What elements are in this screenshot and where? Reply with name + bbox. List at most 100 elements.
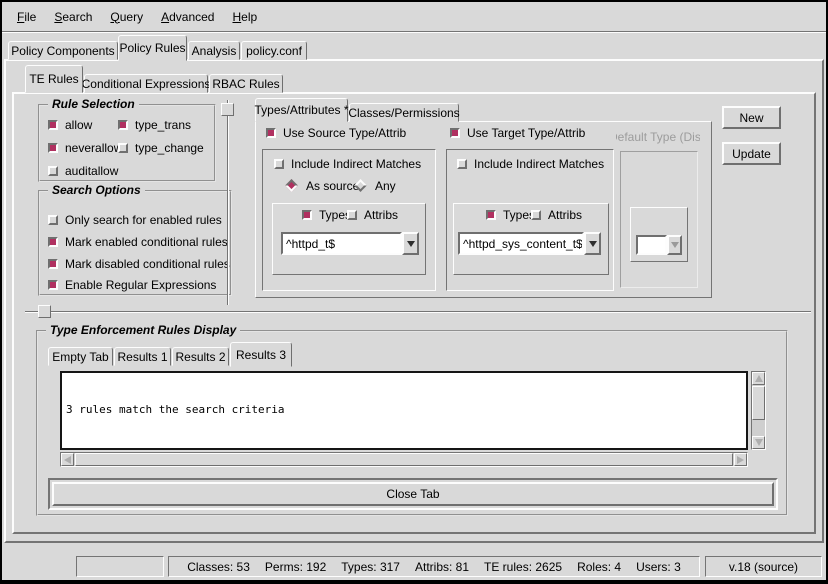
tab-types-attributes[interactable]: Types/Attributes * xyxy=(255,98,348,122)
close-tab-label: Close Tab xyxy=(386,487,439,501)
checkbox-regex[interactable]: Enable Regular Expressions xyxy=(48,278,216,291)
checkbox-indicator xyxy=(48,166,58,176)
results-hscrollbar xyxy=(60,452,748,467)
stat-classes: Classes: 53 xyxy=(187,560,250,574)
checkbox-indicator xyxy=(48,143,58,153)
close-tab-button[interactable]: Close Tab xyxy=(52,482,774,506)
checkbox-indicator xyxy=(48,259,58,269)
new-button[interactable]: New xyxy=(722,106,781,129)
status-panel-stats: Classes: 53 Perms: 192 Types: 317 Attrib… xyxy=(168,556,700,577)
tab-analysis[interactable]: Analysis xyxy=(188,41,240,60)
checkbox-indicator xyxy=(450,128,460,138)
default-type-dropdown-button xyxy=(667,235,682,255)
tab-classes-permissions[interactable]: Classes/Permissions xyxy=(349,103,459,122)
checkbox-use-target[interactable]: Use Target Type/Attrib xyxy=(450,126,585,139)
source-type-dropdown-button[interactable] xyxy=(402,232,419,255)
checkbox-use-source[interactable]: Use Source Type/Attrib xyxy=(266,126,406,139)
hscrollbar-thumb[interactable] xyxy=(75,453,733,466)
checkbox-source-indirect[interactable]: Include Indirect Matches xyxy=(274,157,421,170)
stat-te-rules: TE rules: 2625 xyxy=(484,560,562,574)
horizontal-sash-handle[interactable] xyxy=(38,305,51,318)
blank-line xyxy=(66,445,742,450)
default-type-entry xyxy=(636,235,667,255)
results-text[interactable]: 3 rules match the search criteria (5822)… xyxy=(60,371,748,450)
horizontal-sash xyxy=(25,311,811,312)
update-button[interactable]: Update xyxy=(722,142,781,165)
radio-label: Any xyxy=(375,179,396,193)
checkbox-neverallow[interactable]: neverallow xyxy=(48,141,122,154)
checkbox-indicator xyxy=(48,237,58,247)
checkbox-type-trans[interactable]: type_trans xyxy=(118,118,191,131)
menu-query[interactable]: Query xyxy=(107,9,146,25)
checkbox-indicator xyxy=(302,210,312,220)
source-type-entry[interactable]: ^httpd_t$ xyxy=(281,232,402,255)
menu-help[interactable]: Help xyxy=(229,9,260,25)
rule-selection-title: Rule Selection xyxy=(48,97,139,111)
scroll-up-button[interactable] xyxy=(752,372,765,385)
checkbox-label: Include Indirect Matches xyxy=(474,157,604,171)
radio-any[interactable]: Any xyxy=(353,179,396,192)
checkbox-label: Attribs xyxy=(364,208,398,222)
arrow-left-icon xyxy=(64,456,71,464)
menu-bar: File Search Query Advanced Help xyxy=(2,2,826,32)
checkbox-source-attribs[interactable]: Attribs xyxy=(347,208,398,221)
checkbox-mark-disabled[interactable]: Mark disabled conditional rules xyxy=(48,257,230,270)
stat-attribs: Attribs: 81 xyxy=(415,560,469,574)
menu-file[interactable]: File xyxy=(14,9,39,25)
tab-results-2[interactable]: Results 2 xyxy=(172,347,229,366)
tab-te-rules[interactable]: TE Rules xyxy=(25,65,83,93)
vscrollbar-thumb[interactable] xyxy=(752,386,765,420)
radio-indicator xyxy=(285,179,298,192)
arrow-down-icon xyxy=(755,439,763,446)
status-panel-version: v.18 (source) xyxy=(705,556,822,577)
tab-policy-components[interactable]: Policy Components xyxy=(8,41,118,60)
tab-results-3[interactable]: Results 3 xyxy=(230,342,292,367)
checkbox-label: Enable Regular Expressions xyxy=(65,278,216,292)
arrow-right-icon xyxy=(737,456,744,464)
menu-search[interactable]: Search xyxy=(51,9,95,25)
scroll-left-button[interactable] xyxy=(61,453,74,466)
checkbox-type-change[interactable]: type_change xyxy=(118,141,204,154)
menu-advanced[interactable]: Advanced xyxy=(158,9,217,25)
checkbox-auditallow[interactable]: auditallow xyxy=(48,164,118,177)
tab-policy-rules[interactable]: Policy Rules xyxy=(118,35,187,61)
tab-rbac-rules[interactable]: RBAC Rules xyxy=(209,74,283,93)
checkbox-label: Attribs xyxy=(548,208,582,222)
checkbox-source-types[interactable]: Types xyxy=(302,208,351,221)
checkbox-label: Use Source Type/Attrib xyxy=(283,126,406,140)
tab-empty[interactable]: Empty Tab xyxy=(48,347,113,366)
tab-results-1[interactable]: Results 1 xyxy=(114,347,171,366)
status-panel-left xyxy=(76,556,164,577)
target-type-dropdown-button[interactable] xyxy=(584,232,601,255)
stat-users: Users: 3 xyxy=(636,560,681,574)
scroll-right-button[interactable] xyxy=(734,453,747,466)
checkbox-allow[interactable]: allow xyxy=(48,118,92,131)
checkbox-indicator xyxy=(118,120,128,130)
source-type-value: ^httpd_t$ xyxy=(286,237,335,251)
checkbox-mark-enabled[interactable]: Mark enabled conditional rules xyxy=(48,235,228,248)
policy-stats: Classes: 53 Perms: 192 Types: 317 Attrib… xyxy=(187,560,681,574)
rule-selection-group: Rule Selection allow type_trans neverall… xyxy=(38,104,216,182)
new-button-label: New xyxy=(739,111,763,125)
radio-as-source[interactable]: As source xyxy=(284,179,359,192)
tab-conditional-expressions[interactable]: Conditional Expressions xyxy=(84,74,208,93)
checkbox-indicator xyxy=(486,210,496,220)
checkbox-indicator xyxy=(48,120,58,130)
target-type-entry[interactable]: ^httpd_sys_content_t$ xyxy=(458,232,584,255)
checkbox-only-enabled[interactable]: Only search for enabled rules xyxy=(48,213,222,226)
stat-roles: Roles: 4 xyxy=(577,560,621,574)
results-summary: 3 rules match the search criteria xyxy=(66,403,742,417)
checkbox-target-types[interactable]: Types xyxy=(486,208,535,221)
stat-perms: Perms: 192 xyxy=(265,560,326,574)
dropdown-arrow-icon xyxy=(671,242,679,248)
vertical-sash-handle[interactable] xyxy=(221,103,234,116)
target-type-combobox: ^httpd_sys_content_t$ xyxy=(458,232,601,255)
dropdown-arrow-icon xyxy=(407,241,415,247)
checkbox-label: type_trans xyxy=(135,118,191,132)
tab-policy-conf[interactable]: policy.conf xyxy=(241,41,307,60)
checkbox-indicator xyxy=(266,128,276,138)
scroll-down-button[interactable] xyxy=(752,436,765,449)
checkbox-target-indirect[interactable]: Include Indirect Matches xyxy=(457,157,604,170)
checkbox-target-attribs[interactable]: Attribs xyxy=(531,208,582,221)
vertical-sash xyxy=(227,100,228,305)
